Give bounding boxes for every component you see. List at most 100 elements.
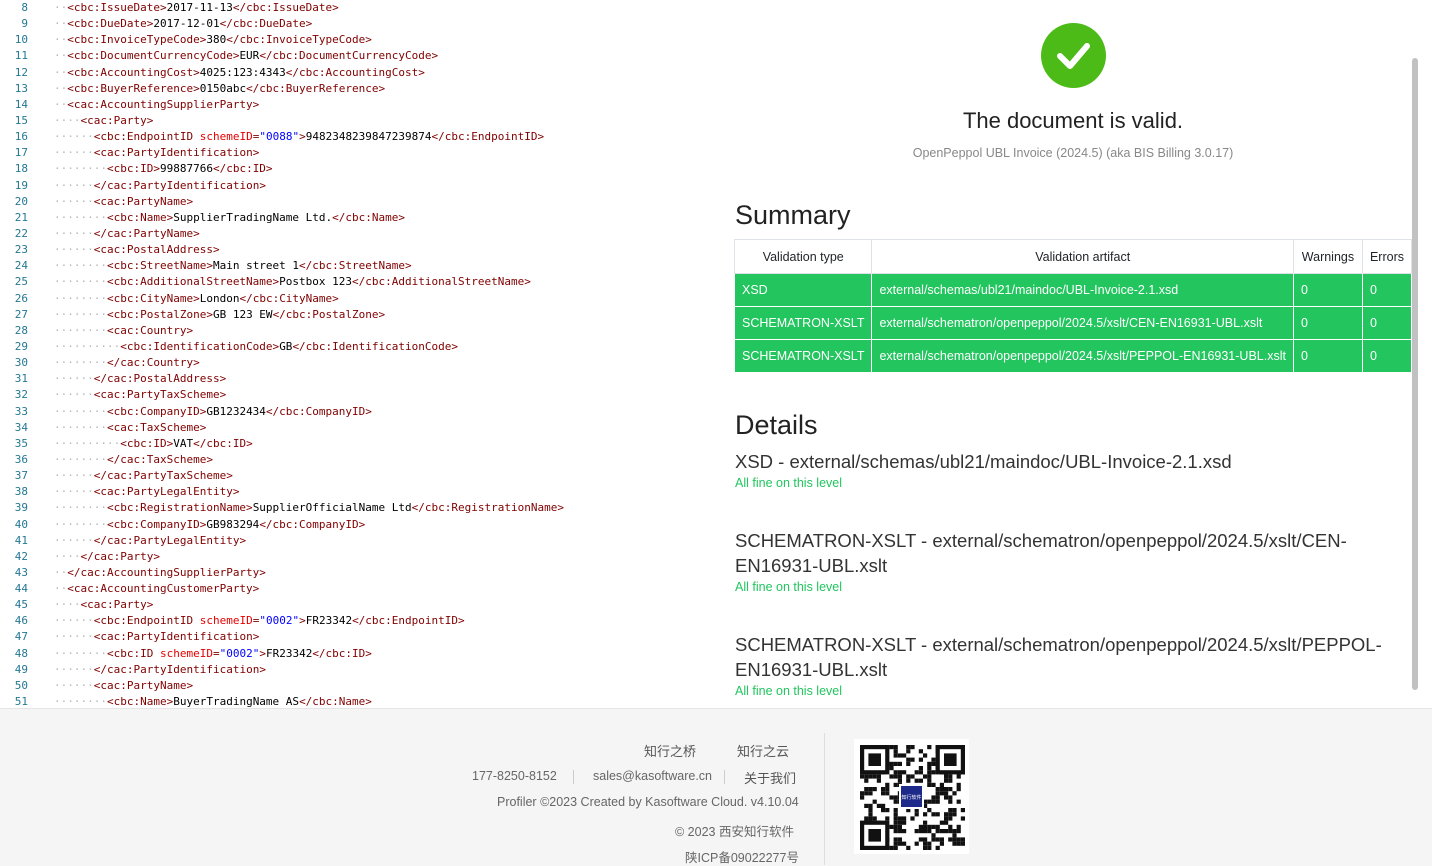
- code-line: 11 ··<cbc:DocumentCurrencyCode>EUR</cbc:D…: [0, 48, 720, 64]
- line-number: 29: [14, 339, 28, 353]
- footer-about-link[interactable]: 关于我们: [744, 768, 796, 787]
- detail-status: All fine on this level: [735, 684, 843, 698]
- detail-status: All fine on this level: [735, 476, 843, 490]
- xml-token: </cac:PartyIdentification>: [93, 662, 266, 676]
- xml-token: <cac:TaxScheme>: [106, 420, 207, 434]
- indent-whitespace: ········: [54, 420, 107, 434]
- line-number: 51: [14, 695, 28, 708]
- code-line: 28 ········<cac:Country>: [0, 323, 720, 339]
- xml-token: <cbc:CityName>: [106, 291, 200, 305]
- line-number: 11: [14, 49, 28, 63]
- table-row: XSD external/schemas/ubl21/maindoc/UBL-I…: [733, 273, 1412, 307]
- indent-whitespace: ······: [54, 194, 94, 208]
- xml-code-editor[interactable]: 8 ··<cbc:IssueDate>2017-11-13</cbc:IssueD…: [0, 0, 720, 708]
- xml-token: <cac:Party>: [80, 113, 154, 127]
- code-line: 47 ······<cac:PartyIdentification>: [0, 629, 720, 645]
- code-line: 32 ······<cac:PartyTaxScheme>: [0, 387, 720, 403]
- indent-whitespace: ········: [54, 404, 107, 418]
- footer-separator: [724, 770, 725, 784]
- xml-token: </cbc:CompanyID>: [265, 404, 372, 418]
- results-scrollbar[interactable]: [1412, 0, 1432, 708]
- line-number: 36: [14, 452, 28, 466]
- table-row: SCHEMATRON-XSLT external/schematron/open…: [733, 306, 1412, 340]
- footer-email-link[interactable]: sales@kasoftware.cn: [593, 769, 712, 783]
- code-line: 33 ········<cbc:CompanyID>GB1232434</cbc:…: [0, 404, 720, 420]
- code-line: 30 ········</cac:Country>: [0, 355, 720, 371]
- xml-token: </cbc:AdditionalStreetName>: [352, 275, 531, 289]
- xml-token: <cbc:IssueDate>: [67, 1, 167, 14]
- code-line: 9 ··<cbc:DueDate>2017-12-01</cbc:DueDate>: [0, 16, 720, 32]
- xml-token: SupplierOfficialName Ltd: [252, 501, 412, 515]
- xml-token: </cbc:StreetName>: [299, 259, 412, 273]
- code-line: 14 ··<cac:AccountingSupplierParty>: [0, 97, 720, 113]
- xml-token: </cbc:RegistrationName>: [411, 501, 564, 515]
- xml-token: </cac:Party>: [80, 549, 160, 563]
- indent-whitespace: ········: [54, 452, 107, 466]
- indent-whitespace: ······: [54, 226, 94, 240]
- xml-token: </cac:TaxScheme>: [106, 452, 213, 466]
- code-line: 8 ··<cbc:IssueDate>2017-11-13</cbc:IssueD…: [0, 0, 720, 16]
- xml-token: <cbc:IdentificationCode>: [120, 339, 280, 353]
- line-number: 13: [14, 81, 28, 95]
- code-line: 38 ······<cac:PartyLegalEntity>: [0, 484, 720, 500]
- summary-table-header: Validation type Validation artifact Warn…: [733, 239, 1412, 274]
- xml-token: <cbc:BuyerReference>: [67, 81, 200, 95]
- line-number: 35: [14, 436, 28, 450]
- xml-token: <cac:PartyName>: [93, 678, 194, 692]
- indent-whitespace: ········: [54, 646, 107, 660]
- line-number: 31: [14, 372, 28, 386]
- validation-type-cell: SCHEMATRON-XSLT: [733, 306, 873, 340]
- code-line: 45 ····<cac:Party>: [0, 597, 720, 613]
- line-number: 42: [14, 549, 28, 563]
- xml-token: <cbc:CompanyID>: [106, 404, 207, 418]
- code-line: 49 ······</cac:PartyIdentification>: [0, 662, 720, 678]
- line-number: 34: [14, 420, 28, 434]
- xml-token: Postbox 123: [279, 275, 353, 289]
- errors-cell: 0: [1361, 339, 1412, 373]
- xml-token: <cac:PostalAddress>: [93, 243, 220, 257]
- code-line: 25 ········<cbc:AdditionalStreetName>Post…: [0, 274, 720, 290]
- line-number: 14: [14, 97, 28, 111]
- validation-artifact-cell: external/schematron/openpeppol/2024.5/xs…: [871, 306, 1294, 340]
- xml-token: BuyerTradingName AS: [173, 695, 300, 708]
- indent-whitespace: ········: [54, 695, 107, 708]
- xml-token: "0002": [219, 646, 260, 660]
- errors-cell: 0: [1361, 306, 1412, 340]
- line-number: 15: [14, 113, 28, 127]
- xml-token: </cac:AccountingSupplierParty>: [67, 565, 266, 579]
- indent-whitespace: ········: [54, 275, 107, 289]
- code-line: 24 ········<cbc:StreetName>Main street 1<…: [0, 258, 720, 274]
- xml-token: </cbc:Name>: [332, 210, 406, 224]
- footer-link-bridge[interactable]: 知行之桥: [644, 741, 696, 760]
- indent-whitespace: ····: [54, 549, 81, 563]
- indent-whitespace: ········: [54, 307, 107, 321]
- footer-icp-link[interactable]: 陕ICP备09022277号: [685, 847, 799, 866]
- footer: 知行之桥 知行之云 177-8250-8152 sales@kasoftware…: [0, 708, 1432, 866]
- footer-link-cloud[interactable]: 知行之云: [737, 741, 789, 760]
- line-number: 41: [14, 533, 28, 547]
- indent-whitespace: ········: [54, 517, 107, 531]
- line-number: 16: [14, 130, 28, 144]
- indent-whitespace: ··: [54, 33, 68, 47]
- xml-token: <cbc:Name>: [106, 210, 174, 224]
- indent-whitespace: ······: [54, 388, 94, 402]
- validation-type-cell: XSD: [733, 273, 873, 307]
- code-line: 26 ········<cbc:CityName>London</cbc:City…: [0, 291, 720, 307]
- xml-token: 0150abc: [199, 81, 247, 95]
- footer-profiler-version: Profiler ©2023 Created by Kasoftware Clo…: [497, 795, 799, 809]
- indent-whitespace: ········: [54, 501, 107, 515]
- line-number: 19: [14, 178, 28, 192]
- scrollbar-thumb[interactable]: [1412, 58, 1418, 690]
- line-number: 24: [14, 259, 28, 273]
- line-number: 49: [14, 662, 28, 676]
- indent-whitespace: ······: [54, 485, 94, 499]
- xml-token: </cbc:DueDate>: [219, 17, 313, 31]
- xml-token: <cbc:EndpointID: [93, 130, 200, 144]
- xml-token: <cbc:DueDate>: [67, 17, 154, 31]
- xml-token: >: [299, 130, 306, 144]
- warnings-cell: 0: [1292, 273, 1363, 307]
- xml-token: </cac:PartyIdentification>: [93, 178, 266, 192]
- xml-token: <cbc:RegistrationName>: [106, 501, 253, 515]
- indent-whitespace: ······: [54, 678, 94, 692]
- xml-token: <cac:Party>: [80, 598, 154, 612]
